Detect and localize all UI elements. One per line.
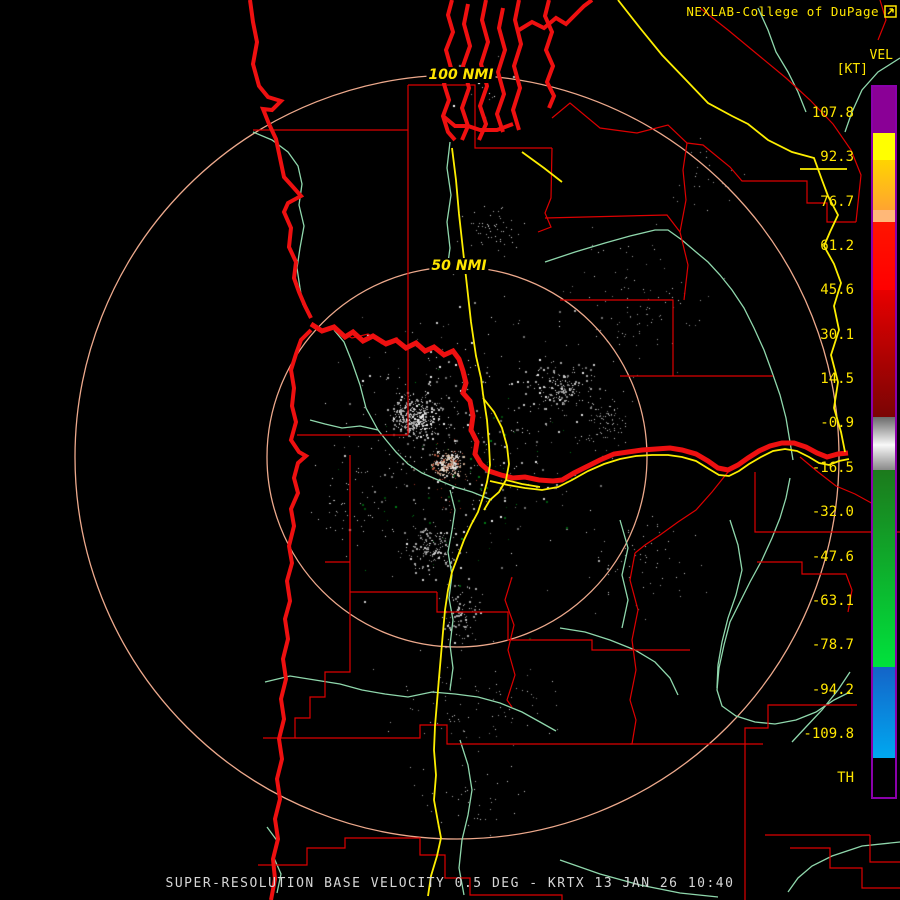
state-border-columbia-river bbox=[309, 321, 849, 484]
colorbar-tick: -32.0 bbox=[811, 504, 854, 521]
velocity-colorbar bbox=[871, 85, 897, 799]
colorbar-units: VEL [KT] bbox=[837, 49, 893, 77]
colorbar-tick: 76.7 bbox=[820, 193, 854, 210]
range-ring-label-50nmi: 50 NMI bbox=[429, 258, 489, 274]
colorbar-tick: -63.1 bbox=[811, 592, 854, 609]
units-vel-label: VEL bbox=[869, 48, 893, 63]
units-kt-label: [KT] bbox=[836, 62, 868, 77]
radar-display: { "window": { "title": "NEXLAB-College o… bbox=[0, 0, 900, 900]
colorbar-tick: -16.5 bbox=[811, 459, 854, 476]
colorbar-tick: 14.5 bbox=[820, 371, 854, 388]
colorbar-tick: TH bbox=[837, 770, 854, 787]
range-ring-label-100nmi: 100 NMI bbox=[426, 67, 496, 83]
page-title: NEXLAB-College of DuPage bbox=[686, 4, 879, 19]
base-map bbox=[74, 0, 900, 900]
colorbar-tick: -0.9 bbox=[820, 415, 854, 432]
product-caption: SUPER-RESOLUTION BASE VELOCITY 0.5 DEG -… bbox=[165, 876, 735, 891]
title-bar: NEXLAB-College of DuPage bbox=[686, 4, 897, 19]
colorbar-gradient bbox=[873, 87, 895, 797]
county-boundaries bbox=[253, 0, 900, 900]
colorbar-tick: 45.6 bbox=[820, 282, 854, 299]
colorbar-tick: -78.7 bbox=[811, 637, 854, 654]
colorbar-tick: 61.2 bbox=[820, 238, 854, 255]
expand-icon[interactable] bbox=[884, 5, 897, 18]
range-ring-50nmi bbox=[266, 266, 648, 648]
colorbar-tick: 107.8 bbox=[811, 105, 854, 121]
colorbar-tick: -109.8 bbox=[803, 725, 854, 742]
rivers bbox=[252, 7, 900, 898]
colorbar-tick: 30.1 bbox=[820, 326, 854, 343]
colorbar-tick: 92.3 bbox=[820, 149, 854, 166]
colorbar-tick: -94.2 bbox=[811, 681, 854, 698]
colorbar-tick: -47.6 bbox=[811, 548, 854, 565]
